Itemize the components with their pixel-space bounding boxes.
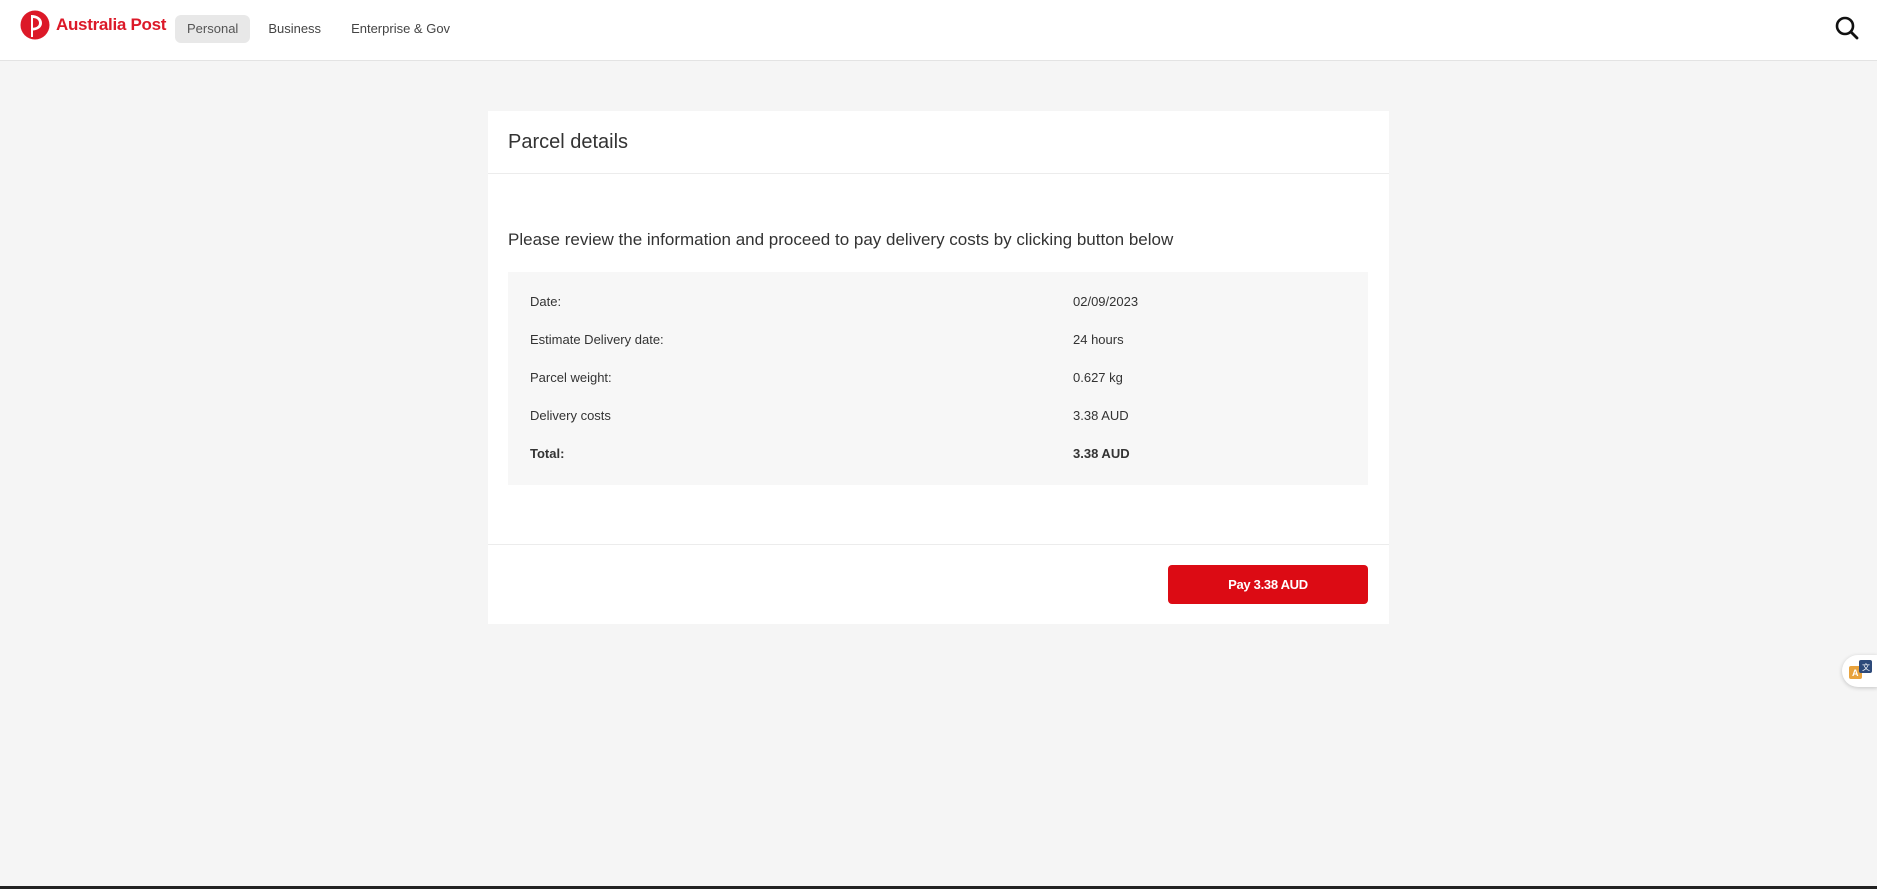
detail-value: 3.38 AUD xyxy=(1073,408,1129,423)
detail-row-total: Total: 3.38 AUD xyxy=(508,437,1368,475)
search-icon[interactable] xyxy=(1834,15,1860,41)
detail-value: 3.38 AUD xyxy=(1073,446,1130,461)
parcel-details-card: Parcel details Please review the informa… xyxy=(488,111,1389,624)
detail-label: Total: xyxy=(530,446,565,461)
detail-label: Delivery costs xyxy=(530,408,611,423)
nav-enterprise-gov[interactable]: Enterprise & Gov xyxy=(339,15,462,43)
card-footer: Pay 3.38 AUD xyxy=(488,544,1389,624)
detail-value: 0.627 kg xyxy=(1073,370,1123,385)
nav-personal[interactable]: Personal xyxy=(175,15,251,43)
svg-text:A: A xyxy=(1852,668,1859,678)
details-table: Date: 02/09/2023 Estimate Delivery date:… xyxy=(508,272,1368,485)
nav-business[interactable]: Business xyxy=(256,15,333,43)
australia-post-logo[interactable]: Australia Post xyxy=(20,9,166,41)
card-header: Parcel details xyxy=(488,111,1389,174)
page-title: Parcel details xyxy=(508,131,629,153)
pay-button[interactable]: Pay 3.38 AUD xyxy=(1168,565,1368,604)
site-header: Australia Post Personal Business Enterpr… xyxy=(0,0,1877,61)
detail-label: Estimate Delivery date: xyxy=(530,332,664,347)
svg-text:文: 文 xyxy=(1862,662,1870,672)
detail-label: Parcel weight: xyxy=(530,370,612,385)
detail-row-estimate-delivery: Estimate Delivery date: 24 hours xyxy=(508,323,1368,361)
main-nav: Personal Business Enterprise & Gov xyxy=(175,15,462,43)
detail-row-delivery-costs: Delivery costs 3.38 AUD xyxy=(508,399,1368,437)
detail-value: 02/09/2023 xyxy=(1073,294,1139,309)
detail-label: Date: xyxy=(530,294,562,309)
detail-row-date: Date: 02/09/2023 xyxy=(508,285,1368,323)
translate-icon[interactable]: A 文 xyxy=(1842,655,1877,687)
intro-text: Please review the information and procee… xyxy=(508,230,1174,249)
detail-row-parcel-weight: Parcel weight: 0.627 kg xyxy=(508,361,1368,399)
detail-value: 24 hours xyxy=(1073,332,1124,347)
australia-post-logo-icon xyxy=(20,10,50,40)
brand-name: Australia Post xyxy=(56,15,167,34)
